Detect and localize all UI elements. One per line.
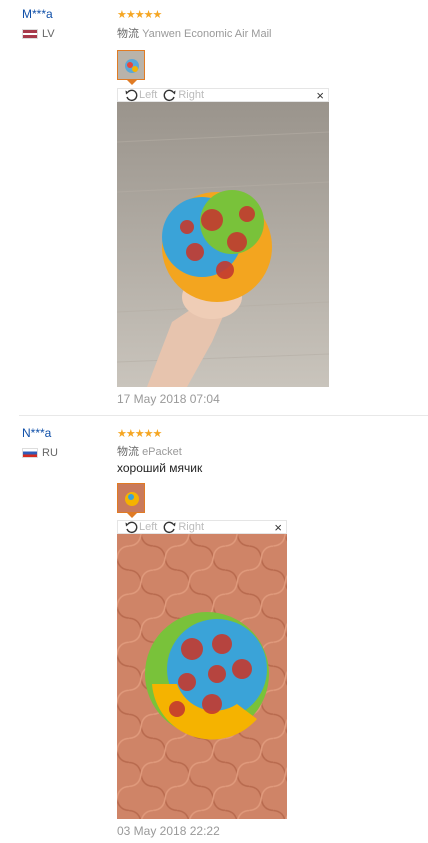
close-icon[interactable]: × [274,520,282,535]
close-icon[interactable]: × [316,88,324,103]
rotate-left-label: Left [139,521,158,533]
thumbnail-pointer [127,80,137,85]
review-date: 17 May 2018 07:04 [117,392,220,406]
rotate-right-icon [164,89,176,102]
review-photo [117,102,329,387]
rotate-right-label: Right [178,89,205,101]
image-toolbar: Left Right × [117,520,287,535]
rotate-right-label: Right [178,521,205,533]
shipping-method: ePacket [142,446,182,458]
rotate-right-button[interactable]: Right [163,520,204,534]
reviewer-country: LV [22,28,55,40]
country-code: RU [42,447,58,459]
rotate-right-button[interactable]: Right [163,88,204,102]
rotate-right-icon [164,521,176,534]
review-divider [19,415,428,416]
country-code: LV [42,28,55,40]
image-toolbar: Left Right × [117,88,329,103]
rotate-left-label: Left [139,89,158,101]
thumbnail-pointer [127,513,137,518]
photo-thumbnail[interactable] [117,50,145,80]
rotate-left-button[interactable]: Left [124,520,157,534]
star-rating: ★★★★★ [117,9,162,21]
russia-flag-icon [22,448,38,458]
review-photo [117,534,287,819]
shipping-info: 物流 Yanwen Economic Air Mail [117,25,271,41]
shipping-label: 物流 [117,446,139,458]
reviewer-name[interactable]: N***a [22,426,51,440]
photo-thumbnail[interactable] [117,483,145,513]
rotate-left-icon [125,521,138,534]
review-date: 03 May 2018 22:22 [117,824,220,838]
shipping-label: 物流 [117,28,139,40]
latvia-flag-icon [22,29,38,39]
rotate-left-icon [125,89,138,102]
review-comment: хороший мячик [117,461,203,475]
star-rating: ★★★★★ [117,428,162,440]
rotate-left-button[interactable]: Left [124,88,157,102]
shipping-info: 物流 ePacket [117,443,182,459]
shipping-method: Yanwen Economic Air Mail [142,28,272,40]
reviewer-name[interactable]: M***a [22,7,53,21]
reviewer-country: RU [22,447,58,459]
